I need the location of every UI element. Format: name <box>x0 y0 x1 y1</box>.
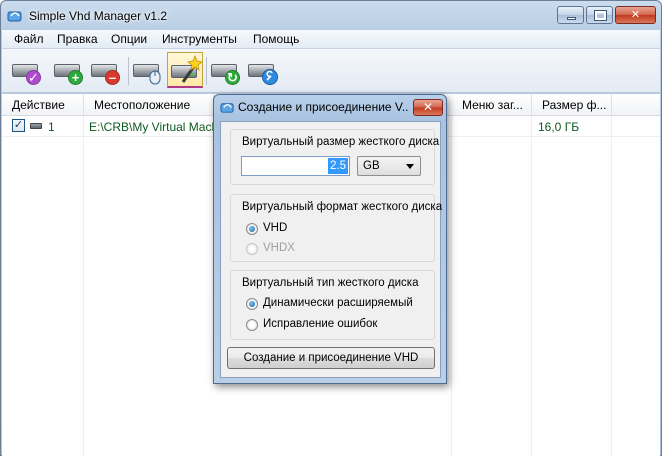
menu-edit[interactable]: Правка <box>57 32 98 46</box>
radio-vhd[interactable] <box>246 223 258 235</box>
chevron-down-icon <box>406 164 414 169</box>
create-attach-vhd-confirm-button[interactable]: Создание и присоединение VHD <box>227 347 435 369</box>
format-group-label: Виртуальный формат жесткого диска <box>242 201 443 213</box>
toolbar: ✓ + – ↻ <box>2 49 660 93</box>
radio-fixed-label[interactable]: Исправление ошибок <box>263 318 377 330</box>
menu-options[interactable]: Опции <box>111 32 147 46</box>
column-file-size[interactable]: Размер ф... <box>532 94 612 116</box>
wrench-icon <box>262 69 278 85</box>
radio-vhdx-label: VHDX <box>263 242 295 254</box>
maximize-button[interactable] <box>586 6 613 24</box>
refresh-disk-button[interactable]: ↻ <box>208 52 244 88</box>
dialog-title: Создание и присоединение V... <box>238 100 408 114</box>
magic-wand-icon <box>181 55 202 83</box>
radio-dynamic-label[interactable]: Динамически расширяемый <box>263 297 413 309</box>
radio-vhdx <box>246 243 258 255</box>
dialog-app-icon <box>220 103 234 113</box>
grid-line <box>611 116 612 456</box>
close-icon: ✕ <box>630 9 641 21</box>
size-group-label: Виртуальный размер жесткого диска <box>242 136 440 148</box>
row-location: E:\CRB\My Virtual Machines <box>89 120 214 134</box>
type-group: Виртуальный тип жесткого диска Динамичес… <box>230 270 435 340</box>
refresh-badge-icon: ↻ <box>225 70 240 85</box>
window-title: Simple Vhd Manager v1.2 <box>29 9 168 23</box>
format-group: Виртуальный формат жесткого диска VHD VH… <box>230 194 442 262</box>
add-badge-icon: + <box>68 70 83 85</box>
remove-badge-icon: – <box>105 70 120 85</box>
dialog-close-button[interactable]: ✕ <box>413 99 443 116</box>
check-disk-button[interactable]: ✓ <box>9 52 45 88</box>
menu-bar: Файл Правка Опции Инструменты Помощь <box>2 30 660 49</box>
grid-line <box>83 116 84 456</box>
mount-disk-button[interactable] <box>130 52 166 88</box>
menu-help[interactable]: Помощь <box>253 32 299 46</box>
close-icon: ✕ <box>422 100 434 114</box>
row-checkbox[interactable]: ✓ <box>12 119 25 132</box>
radio-vhd-label[interactable]: VHD <box>263 222 287 234</box>
check-badge-icon: ✓ <box>26 70 41 85</box>
minimize-button[interactable] <box>557 6 584 24</box>
remove-disk-button[interactable]: – <box>88 52 124 88</box>
create-attach-vhd-button[interactable] <box>167 52 203 88</box>
size-input-value: 2.5 <box>328 158 348 174</box>
type-group-label: Виртуальный тип жесткого диска <box>242 277 419 289</box>
toolbar-separator <box>128 57 129 85</box>
menu-file[interactable]: Файл <box>14 32 44 46</box>
unit-select-value: GB <box>363 160 380 172</box>
hard-disk-icon <box>30 123 42 129</box>
menu-tools[interactable]: Инструменты <box>162 32 237 46</box>
title-bar[interactable]: Simple Vhd Manager v1.2 ✕ <box>1 1 661 30</box>
maximize-icon <box>594 10 607 21</box>
radio-dynamic[interactable] <box>246 298 258 310</box>
grid-line <box>451 116 452 456</box>
grid-line <box>531 116 532 456</box>
column-action[interactable]: Действие <box>2 94 84 116</box>
app-logo-icon <box>7 11 22 22</box>
size-input[interactable]: 2.5 <box>241 156 350 176</box>
row-number: 1 <box>48 120 55 134</box>
settings-disk-button[interactable] <box>245 52 281 88</box>
minimize-icon <box>567 17 576 20</box>
dialog-body: Виртуальный размер жесткого диска 2.5 GB… <box>220 121 442 378</box>
add-disk-button[interactable]: + <box>51 52 87 88</box>
radio-fixed[interactable] <box>246 319 258 331</box>
unit-select[interactable]: GB <box>357 156 421 176</box>
create-attach-dialog: Создание и присоединение V... ✕ Виртуаль… <box>213 94 447 384</box>
toolbar-separator <box>206 57 207 85</box>
column-location[interactable]: Местоположение <box>84 94 214 116</box>
size-group: Виртуальный размер жесткого диска 2.5 GB <box>230 129 439 185</box>
close-button[interactable]: ✕ <box>615 6 656 24</box>
mouse-icon <box>149 70 161 85</box>
column-boot-menu[interactable]: Меню заг... <box>452 94 532 116</box>
row-size: 16,0 ГБ <box>538 120 580 134</box>
